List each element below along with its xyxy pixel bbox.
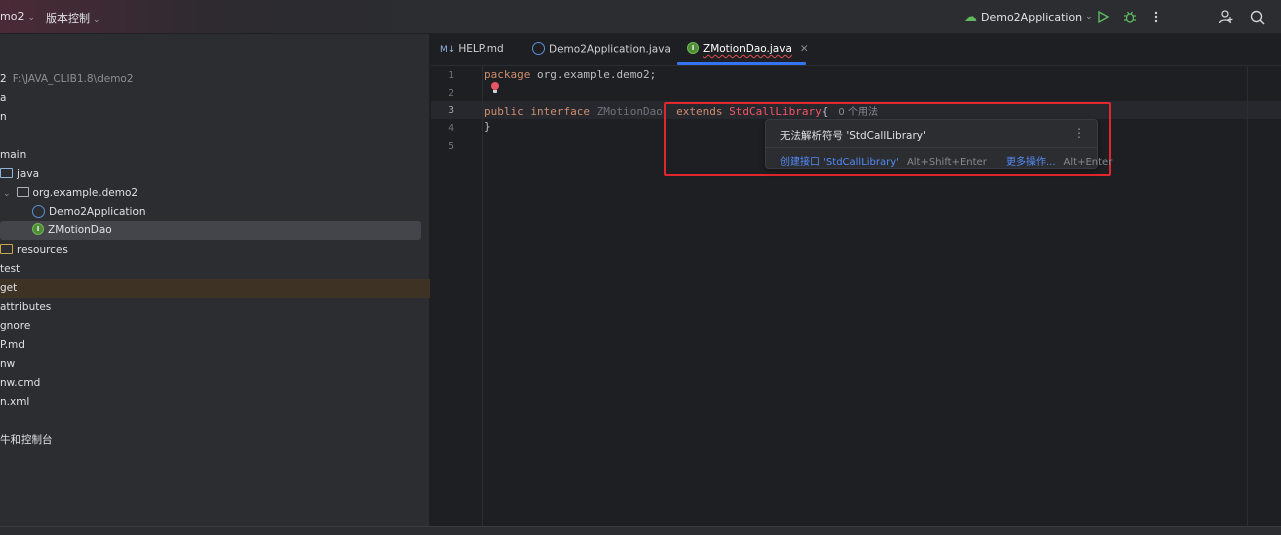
keyword: package <box>484 68 531 81</box>
line-number: 3 <box>448 105 454 116</box>
tree-item-label: n.xml <box>0 396 30 408</box>
shortcut-hint: Alt+Shift+Enter <box>906 157 987 168</box>
tree-item-label: a <box>0 92 7 104</box>
vcs-label: 版本控制 <box>46 12 90 25</box>
chevron-down-icon: ⌄ <box>93 15 101 25</box>
folder-icon <box>0 168 13 178</box>
tree-item[interactable]: a <box>0 89 6 108</box>
tree-item-label: test <box>0 263 21 275</box>
interface-icon: I <box>687 42 699 54</box>
create-interface-link[interactable]: 创建接口 'StdCallLibrary' <box>780 157 899 168</box>
tab-label: HELP.md <box>458 43 504 55</box>
chevron-down-icon: ⌄ <box>1085 12 1093 22</box>
more-icon[interactable]: ⋮ <box>1073 126 1085 140</box>
code-line-4[interactable]: } <box>484 120 491 133</box>
resources-folder-icon <box>0 244 13 254</box>
tree-item-label: org.example.demo2 <box>32 187 139 199</box>
tree-item-demo2application[interactable]: Demo2Application <box>0 203 146 222</box>
line-number: 2 <box>448 88 454 99</box>
tree-item-target[interactable]: get <box>0 279 430 298</box>
popup-actions: 创建接口 'StdCallLibrary' Alt+Shift+Enter 更多操… <box>780 153 1112 168</box>
tree-item-label: n <box>0 111 7 123</box>
active-tab-indicator <box>677 62 806 65</box>
keyword: interface <box>530 105 590 118</box>
chevron-down-icon: ⌄ <box>3 189 11 199</box>
code-line-1[interactable]: package org.example.demo2; <box>484 68 656 81</box>
tree-item-label: java <box>17 168 39 180</box>
code-text: org.example.demo2; <box>530 68 657 81</box>
chevron-down-icon: ⌄ <box>27 13 35 23</box>
tab-label: Demo2Application.java <box>549 43 671 56</box>
tree-item-label: main <box>0 149 27 161</box>
title-bar: mo2 ⌄ 版本控制 ⌄ ☁ Demo2Application ⌄ <box>0 0 1281 34</box>
debug-icon[interactable] <box>1121 8 1139 26</box>
tree-item-package[interactable]: ⌄ org.example.demo2 <box>0 184 138 203</box>
tab-zmotiondao[interactable]: I ZMotionDao.java ✕ <box>687 42 809 55</box>
project-tree-panel: 2 F:\JAVA_CLIB1.8\demo2 a n main java ⌄ or… <box>0 34 430 526</box>
tree-root[interactable]: 2 F:\JAVA_CLIB1.8\demo2 <box>0 70 134 89</box>
tree-item-main[interactable]: main <box>0 146 26 165</box>
tree-item-label: nw.cmd <box>0 377 41 389</box>
tree-item-label: gnore <box>0 320 31 332</box>
tree-item-label: 牛和控制台 <box>0 434 53 446</box>
tree-item-label: resources <box>17 244 68 256</box>
tab-label: ZMotionDao.java <box>703 43 792 55</box>
tree-root-path: F:\JAVA_CLIB1.8\demo2 <box>12 73 134 85</box>
tree-item-test[interactable]: test <box>0 260 20 279</box>
tree-item[interactable]: gnore <box>0 317 30 336</box>
tree-item-label: P.md <box>0 339 25 351</box>
add-user-icon[interactable] <box>1217 8 1235 26</box>
line-number: 4 <box>448 123 454 134</box>
more-actions-link[interactable]: 更多操作... <box>1006 157 1056 168</box>
divider <box>766 147 1097 148</box>
tree-root-name: 2 <box>0 73 7 85</box>
gutter-divider <box>482 66 483 526</box>
tree-item-java[interactable]: java <box>0 165 39 184</box>
interface-icon: I <box>32 223 44 235</box>
class-icon <box>532 42 545 55</box>
tree-item[interactable]: attributes <box>0 298 51 317</box>
tab-help-md[interactable]: M↓ HELP.md <box>440 43 504 55</box>
line-number: 1 <box>448 70 454 81</box>
shortcut-hint: Alt+Enter <box>1063 157 1113 168</box>
run-config-label: Demo2Application <box>981 10 1083 24</box>
error-bulb-icon[interactable] <box>491 82 499 93</box>
search-icon[interactable] <box>1248 8 1266 26</box>
project-menu[interactable]: mo2 ⌄ <box>0 10 35 23</box>
tree-item-label: Demo2Application <box>49 206 146 218</box>
tree-item-zmotiondao[interactable]: I ZMotionDao <box>0 221 421 240</box>
tree-item[interactable]: nw.cmd <box>0 374 40 393</box>
close-icon[interactable]: ✕ <box>800 43 809 55</box>
more-icon[interactable] <box>1147 8 1165 26</box>
tree-item-resources[interactable]: resources <box>0 241 68 260</box>
run-config-icon: ☁ <box>964 9 977 25</box>
interface-name: ZMotionDao <box>596 105 663 118</box>
project-name: mo2 <box>0 10 25 23</box>
popup-title: 无法解析符号 'StdCallLibrary' <box>780 130 926 142</box>
keyword: public <box>484 105 524 118</box>
tree-item-label: nw <box>0 358 16 370</box>
run-icon[interactable] <box>1094 8 1112 26</box>
tree-item[interactable]: n.xml <box>0 393 29 412</box>
vcs-menu[interactable]: 版本控制 ⌄ <box>46 10 101 26</box>
tab-demo2application[interactable]: Demo2Application.java <box>532 42 671 56</box>
run-config-selector[interactable]: ☁ Demo2Application ⌄ <box>964 8 1093 26</box>
line-number: 5 <box>448 141 454 152</box>
tree-item-label: attributes <box>0 301 52 313</box>
tree-item[interactable]: nw <box>0 355 15 374</box>
package-icon <box>16 187 29 197</box>
editor-tabs: M↓ HELP.md Demo2Application.java I ZMotion… <box>431 34 1281 66</box>
tree-item[interactable]: n <box>0 108 7 127</box>
class-icon <box>32 204 45 218</box>
tree-item[interactable]: P.md <box>0 336 25 355</box>
markdown-icon: M↓ <box>440 45 456 55</box>
error-popup: 无法解析符号 'StdCallLibrary' ⋮ 创建接口 'StdCallL… <box>765 119 1112 169</box>
tree-item-label: ZMotionDao <box>48 224 112 236</box>
code-text: } <box>484 120 491 133</box>
tree-item-scratches[interactable]: 牛和控制台 <box>0 431 53 450</box>
status-bar <box>0 526 1281 535</box>
tree-item-label: get <box>0 282 18 294</box>
right-margin-guide <box>1247 66 1248 526</box>
